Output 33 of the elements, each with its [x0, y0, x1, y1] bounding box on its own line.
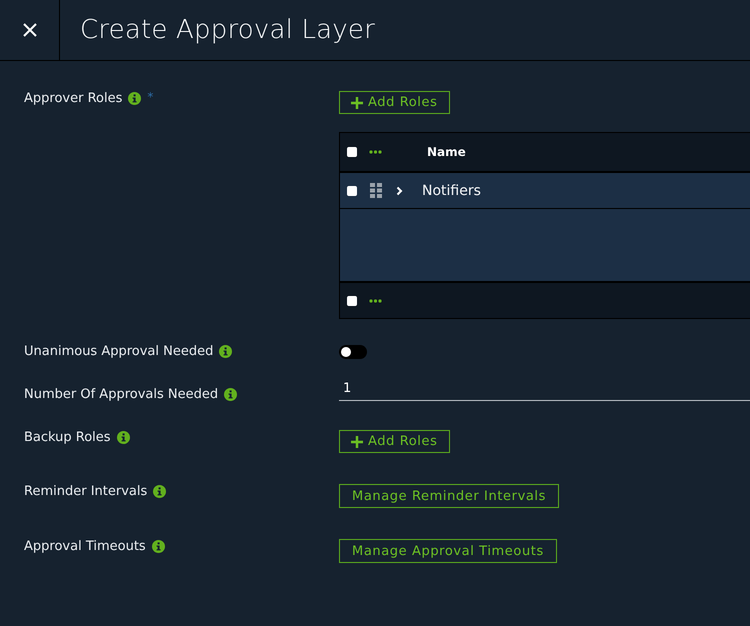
field-label: Number Of Approvals Needed: [24, 386, 218, 402]
close-icon: [22, 23, 36, 37]
manage-button[interactable]: Manage Reminder Intervals: [339, 484, 560, 508]
info-icon[interactable]: [116, 430, 130, 444]
add-roles-button[interactable]: Add Roles: [339, 91, 450, 114]
column-header[interactable]: Name: [427, 145, 466, 159]
input-field[interactable]: 1: [339, 381, 750, 401]
checkbox[interactable]: [347, 186, 357, 196]
required-mark: *: [147, 90, 154, 104]
info-icon[interactable]: [219, 344, 232, 358]
field-label: Unanimous Approval Needed: [24, 344, 214, 358]
add-roles-button[interactable]: Add Roles: [339, 430, 450, 453]
field-label: Backup Roles: [24, 430, 111, 444]
field-label: Reminder Intervals: [24, 484, 148, 498]
table-row[interactable]: Notifiers: [340, 171, 750, 209]
info-icon[interactable]: [152, 540, 165, 552]
info-icon[interactable]: [128, 92, 142, 104]
more-icon[interactable]: [369, 298, 382, 302]
info-icon[interactable]: [153, 484, 166, 498]
checkbox[interactable]: [347, 296, 357, 306]
more-icon[interactable]: [369, 150, 382, 154]
plus-icon: [351, 96, 363, 108]
info-icon[interactable]: [224, 388, 238, 400]
plus-icon: [351, 436, 363, 448]
checkbox[interactable]: [347, 147, 357, 157]
drag-handle-icon[interactable]: [370, 183, 382, 198]
toggle-switch[interactable]: [339, 345, 367, 359]
dialog-title: Create Approval Layer: [80, 15, 375, 45]
chevron-right-icon[interactable]: [396, 186, 403, 196]
field-label: Approval Timeouts: [24, 538, 146, 554]
manage-button[interactable]: Manage Approval Timeouts: [339, 539, 557, 563]
field-label: Approver Roles: [24, 90, 122, 106]
table-cell: Notifiers: [422, 182, 481, 198]
